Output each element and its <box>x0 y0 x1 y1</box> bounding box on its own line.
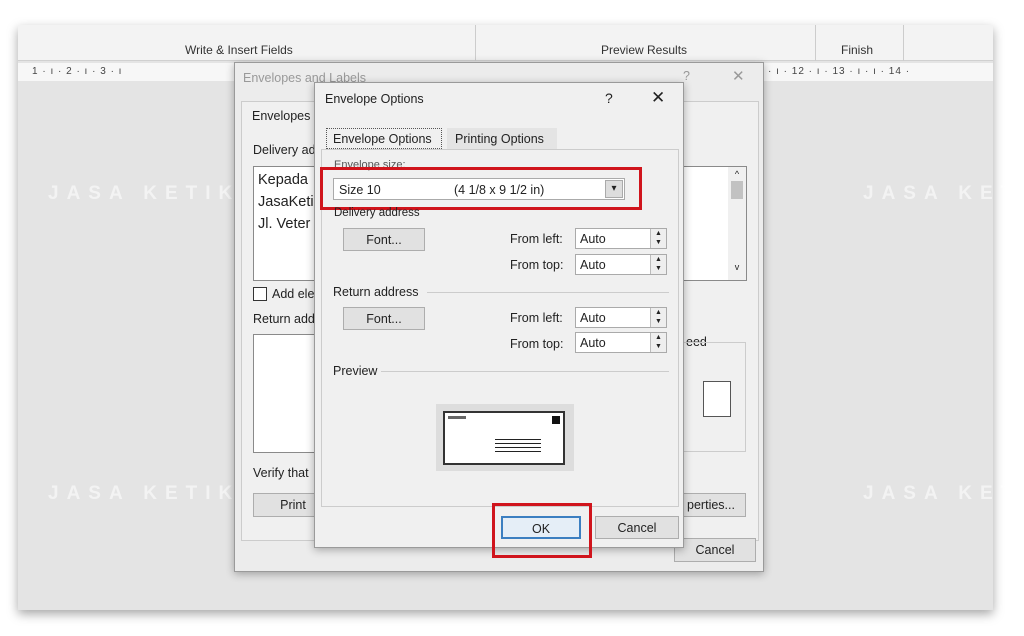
return-address-label: Return address <box>333 285 419 299</box>
divider <box>815 25 816 61</box>
preview-label: Preview <box>333 364 378 378</box>
ruler-left: 1 · ı · 2 · ı · 3 · ı <box>32 66 123 77</box>
spin-arrows-icon[interactable]: ▲ ▼ <box>650 333 666 352</box>
cancel-button[interactable]: Cancel <box>674 538 756 562</box>
cancel-button[interactable]: Cancel <box>595 516 679 539</box>
envelope-options-dialog: Envelope Options ? ✕ Envelope Options Pr… <box>314 82 684 558</box>
tab-envelopes[interactable]: Envelopes <box>252 109 310 123</box>
delivery-from-top-label: From top: <box>510 258 564 272</box>
ribbon: Write & Insert Fields Preview Results Fi… <box>18 25 993 61</box>
return-from-top-label: From top: <box>510 337 564 351</box>
delivery-address-label: Delivery ad <box>253 143 316 157</box>
return-from-left-label: From left: <box>510 311 563 325</box>
return-font-button[interactable]: Font... <box>343 307 425 330</box>
dialog-title: Envelope Options <box>325 92 424 106</box>
help-button[interactable]: ? <box>683 69 690 83</box>
delivery-from-left-label: From left: <box>510 232 563 246</box>
delivery-font-button[interactable]: Font... <box>343 228 425 251</box>
return-address-label: Return add <box>253 312 315 326</box>
spinner-value: Auto <box>580 258 606 272</box>
feed-icon[interactable] <box>703 381 731 417</box>
spin-arrows-icon[interactable]: ▲ ▼ <box>650 255 666 274</box>
return-from-left-spinner[interactable]: Auto ▲ ▼ <box>575 307 667 328</box>
envelope-preview <box>436 404 574 471</box>
tab-printing-options[interactable]: Printing Options <box>447 128 557 149</box>
envelope-icon <box>443 411 565 465</box>
ribbon-group-finish: Finish <box>841 43 874 57</box>
divider <box>903 25 904 61</box>
ruler-right: · ı · 12 · ı · 13 · ı · ı · 14 · <box>768 66 911 77</box>
delivery-address-label: Delivery address <box>334 207 420 219</box>
close-button[interactable]: ✕ <box>651 88 665 108</box>
delivery-from-left-spinner[interactable]: Auto ▲ ▼ <box>575 228 667 249</box>
help-button[interactable]: ? <box>605 90 613 106</box>
divider <box>475 25 476 61</box>
verify-text: Verify that <box>253 466 309 480</box>
divider <box>427 292 669 293</box>
add-checkbox-label: Add ele <box>272 287 315 301</box>
delivery-from-top-spinner[interactable]: Auto ▲ ▼ <box>575 254 667 275</box>
spinner-value: Auto <box>580 336 606 350</box>
highlight-box <box>492 503 592 558</box>
divider <box>381 371 669 372</box>
spinner-value: Auto <box>580 311 606 325</box>
spin-arrows-icon[interactable]: ▲ ▼ <box>650 229 666 248</box>
watermark: JASA KETIKIN.COM <box>863 483 1024 504</box>
ribbon-group-write-insert: Write & Insert Fields <box>185 43 293 57</box>
properties-button[interactable]: perties... <box>676 493 746 517</box>
close-button[interactable]: ✕ <box>732 67 745 85</box>
watermark: JASA KETIKIN.COM <box>863 183 1024 204</box>
add-checkbox[interactable] <box>253 287 267 301</box>
return-from-top-spinner[interactable]: Auto ▲ ▼ <box>575 332 667 353</box>
scrollbar[interactable]: ^ v <box>728 167 746 280</box>
tab-envelope-options[interactable]: Envelope Options <box>326 128 442 149</box>
highlight-box <box>320 167 642 210</box>
ribbon-group-preview: Preview Results <box>601 43 688 57</box>
spin-arrows-icon[interactable]: ▲ ▼ <box>650 308 666 327</box>
spinner-value: Auto <box>580 232 606 246</box>
